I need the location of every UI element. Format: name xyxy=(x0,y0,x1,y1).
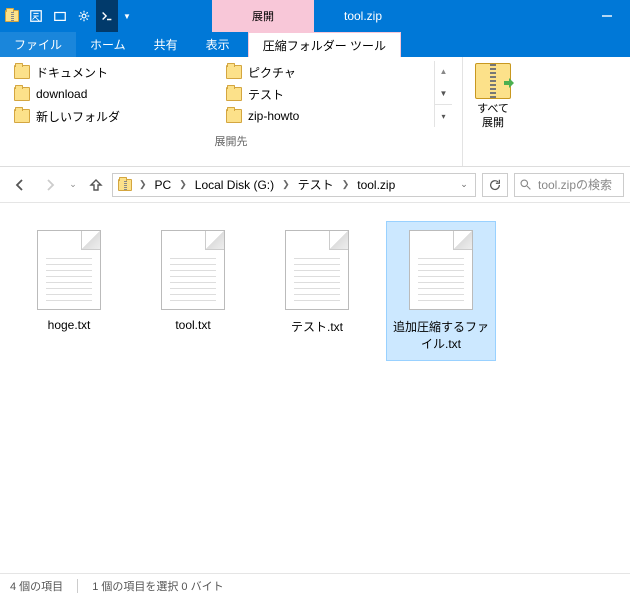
back-button[interactable] xyxy=(6,171,34,199)
crumb-segment[interactable]: Local Disk (G:) xyxy=(191,174,278,196)
tab-file[interactable]: ファイル xyxy=(0,32,76,57)
file-name: 追加圧縮するファイル.txt xyxy=(391,318,491,352)
ribbon-tabs: ファイル ホーム 共有 表示 圧縮フォルダー ツール xyxy=(0,32,630,57)
dest-item[interactable]: 新しいフォルダ xyxy=(10,105,222,127)
dest-col-1: ドキュメント download 新しいフォルダ xyxy=(10,61,222,127)
file-name: テスト.txt xyxy=(291,318,343,335)
quick-access-toolbar: ▼ xyxy=(0,0,136,32)
chevron-right-icon[interactable]: ❯ xyxy=(338,179,354,190)
dest-item[interactable]: テスト xyxy=(222,83,434,105)
chevron-right-icon[interactable]: ❯ xyxy=(135,179,151,190)
gallery-up-button[interactable]: ▲ xyxy=(435,61,452,83)
file-name: tool.txt xyxy=(175,318,210,332)
qat-more-button[interactable]: ▼ xyxy=(118,12,136,21)
search-placeholder: tool.zipの検索 xyxy=(538,176,612,193)
dest-item[interactable]: ドキュメント xyxy=(10,61,222,83)
breadcrumb-dropdown[interactable]: ⌄ xyxy=(455,179,473,190)
dest-item[interactable]: ピクチャ xyxy=(222,61,434,83)
zip-folder-icon xyxy=(115,179,135,191)
status-bar: 4 個の項目 1 個の項目を選択 0 バイト xyxy=(0,573,630,597)
qat-newfolder-button[interactable] xyxy=(48,0,72,32)
file-item[interactable]: 追加圧縮するファイル.txt xyxy=(386,221,496,361)
title-bar: ▼ 展開 tool.zip xyxy=(0,0,630,32)
ribbon: ドキュメント download 新しいフォルダ ピクチャ テスト zip-how… xyxy=(0,57,630,167)
text-file-icon xyxy=(37,230,101,310)
search-input[interactable]: tool.zipの検索 xyxy=(514,173,624,197)
text-file-icon xyxy=(161,230,225,310)
extract-destinations-group: ドキュメント download 新しいフォルダ ピクチャ テスト zip-how… xyxy=(0,57,463,166)
ribbon-group-label: 展開先 xyxy=(10,133,452,149)
dest-item[interactable]: zip-howto xyxy=(222,105,434,127)
extract-all-button[interactable]: すべて 展開 xyxy=(463,57,523,166)
tab-compressed-tools[interactable]: 圧縮フォルダー ツール xyxy=(248,32,401,57)
minimize-button[interactable] xyxy=(584,0,630,32)
gallery-more-button[interactable]: ▾ xyxy=(435,104,452,127)
divider xyxy=(77,579,78,593)
breadcrumb[interactable]: ❯ PC ❯ Local Disk (G:) ❯ テスト ❯ tool.zip … xyxy=(112,173,476,197)
text-file-icon xyxy=(409,230,473,310)
ribbon-context-header: 展開 xyxy=(212,0,314,32)
qat-settings-button[interactable] xyxy=(72,0,96,32)
window-title: tool.zip xyxy=(314,9,382,23)
file-list[interactable]: hoge.txt tool.txt テスト.txt 追加圧縮するファイル.txt xyxy=(0,203,630,573)
qat-properties-button[interactable] xyxy=(24,0,48,32)
refresh-button[interactable] xyxy=(482,173,508,197)
text-file-icon xyxy=(285,230,349,310)
file-item[interactable]: tool.txt xyxy=(138,221,248,341)
qat-powershell-button[interactable] xyxy=(96,0,118,32)
status-selection: 1 個の項目を選択 0 バイト xyxy=(92,578,223,594)
gallery-down-button[interactable]: ▼ xyxy=(435,83,452,105)
dest-item[interactable]: download xyxy=(10,83,222,105)
chevron-right-icon[interactable]: ❯ xyxy=(278,179,294,190)
file-item[interactable]: hoge.txt xyxy=(14,221,124,341)
extract-all-icon xyxy=(475,63,511,99)
dest-col-2: ピクチャ テスト zip-howto xyxy=(222,61,434,127)
crumb-segment[interactable]: PC xyxy=(151,174,176,196)
crumb-segment[interactable]: テスト xyxy=(294,174,338,196)
search-icon xyxy=(519,178,532,191)
file-name: hoge.txt xyxy=(48,318,91,332)
forward-button[interactable] xyxy=(36,171,64,199)
up-button[interactable] xyxy=(82,171,110,199)
crumb-segment[interactable]: tool.zip xyxy=(353,174,399,196)
address-bar: ⌄ ❯ PC ❯ Local Disk (G:) ❯ テスト ❯ tool.zi… xyxy=(0,167,630,203)
tab-share[interactable]: 共有 xyxy=(140,32,192,57)
recent-locations-button[interactable]: ⌄ xyxy=(66,171,80,199)
tab-view[interactable]: 表示 xyxy=(192,32,244,57)
file-item[interactable]: テスト.txt xyxy=(262,221,372,344)
status-item-count: 4 個の項目 xyxy=(10,578,63,594)
chevron-right-icon[interactable]: ❯ xyxy=(175,179,191,190)
folder-icon xyxy=(0,0,24,32)
dest-gallery-controls: ▲ ▼ ▾ xyxy=(434,61,452,127)
tab-home[interactable]: ホーム xyxy=(76,32,140,57)
